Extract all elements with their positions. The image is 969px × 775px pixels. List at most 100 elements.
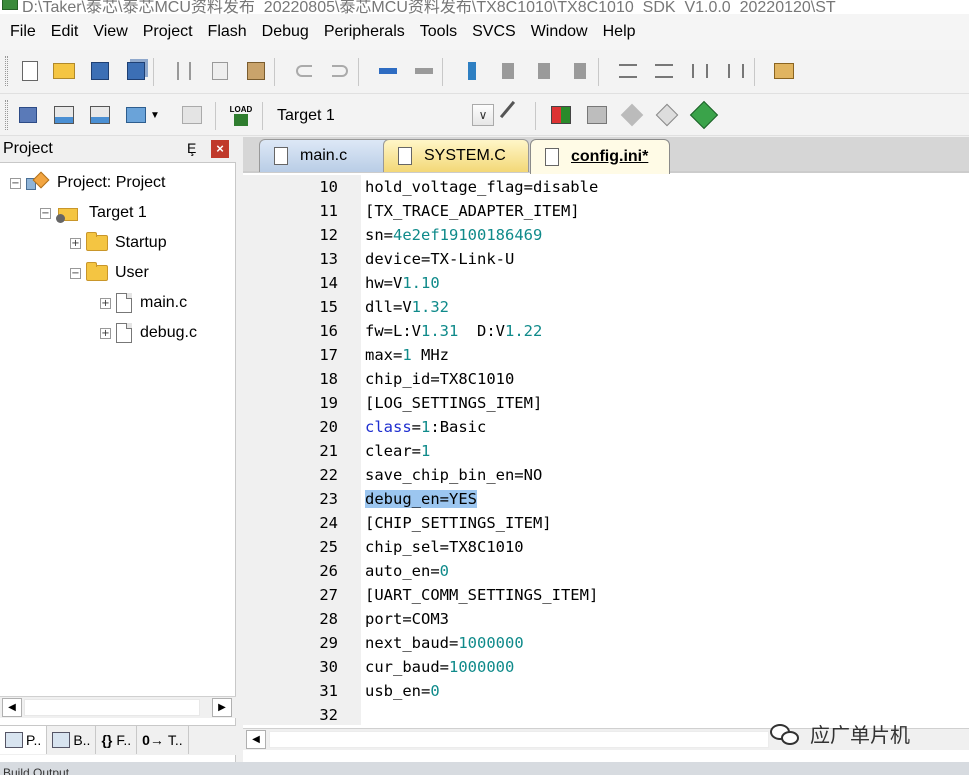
paste-icon[interactable] — [244, 59, 268, 83]
toolbar-grip[interactable] — [5, 100, 8, 130]
code-line[interactable]: 29 next_baud=1000000 — [243, 631, 969, 655]
code-line[interactable]: 15 dll=V1.32 — [243, 295, 969, 319]
collapse-icon[interactable]: − — [10, 177, 21, 189]
collapse-icon[interactable]: − — [40, 207, 51, 219]
menu-edit[interactable]: Edit — [45, 23, 88, 41]
select-packs-icon[interactable] — [585, 103, 609, 127]
pack-installer-icon[interactable] — [655, 103, 679, 127]
previous-bookmark-icon[interactable] — [496, 59, 520, 83]
batch-build-icon[interactable] — [124, 103, 148, 127]
menu-debug[interactable]: Debug — [256, 23, 318, 41]
toolbar-grip[interactable] — [5, 56, 8, 86]
code-line[interactable]: 17 max=1 MHz — [243, 343, 969, 367]
next-bookmark-icon[interactable] — [532, 59, 556, 83]
indent-icon[interactable] — [616, 59, 640, 83]
navigate-back-icon[interactable] — [376, 59, 400, 83]
pin-icon[interactable]: Ȩ — [187, 140, 196, 156]
code-line[interactable]: 30 cur_baud=1000000 — [243, 655, 969, 679]
scrollbar-thumb[interactable] — [24, 699, 200, 716]
scroll-left-icon[interactable]: ◀ — [2, 698, 22, 717]
tab-config-ini[interactable]: config.ini* — [530, 139, 670, 174]
code-line[interactable]: 14 hw=V1.10 — [243, 271, 969, 295]
expand-icon[interactable]: + — [70, 237, 81, 249]
tree-item-debug-c[interactable]: + debug.c — [100, 320, 197, 346]
tab-main-c[interactable]: main.c — [259, 139, 393, 172]
code-line[interactable]: 18 chip_id=TX8C1010 — [243, 367, 969, 391]
tree-item-startup[interactable]: + Startup — [70, 230, 167, 256]
find-in-files-icon[interactable] — [772, 59, 796, 83]
toolbar-separator — [535, 102, 536, 130]
clear-bookmarks-icon[interactable] — [568, 59, 592, 83]
code-line[interactable]: 24 [CHIP_SETTINGS_ITEM] — [243, 511, 969, 535]
open-folder-icon[interactable] — [52, 59, 76, 83]
tab-system-c[interactable]: SYSTEM.C — [383, 139, 529, 172]
batch-build-dropdown-icon[interactable]: ▼ — [148, 103, 162, 127]
code-line[interactable]: 19 [LOG_SETTINGS_ITEM] — [243, 391, 969, 415]
code-line[interactable]: 26 auto_en=0 — [243, 559, 969, 583]
translate-icon[interactable] — [16, 103, 40, 127]
copy-icon[interactable] — [208, 59, 232, 83]
manage-components-icon[interactable] — [620, 103, 644, 127]
collapse-icon[interactable]: − — [70, 267, 81, 279]
new-file-icon[interactable] — [18, 59, 42, 83]
comment-icon[interactable] — [688, 59, 712, 83]
code-line[interactable]: 10 hold_voltage_flag=disable — [243, 175, 969, 199]
code-view[interactable]: 10 hold_voltage_flag=disable 11 [TX_TRACE_A… — [243, 175, 969, 725]
braces-icon: {} — [101, 732, 113, 748]
menu-window[interactable]: Window — [525, 23, 597, 41]
undo-icon[interactable] — [292, 59, 316, 83]
tab-functions[interactable]: {} F.. — [96, 726, 138, 754]
save-all-icon[interactable] — [124, 59, 148, 83]
run-time-environment-icon[interactable] — [689, 100, 719, 130]
menu-tools[interactable]: Tools — [414, 23, 466, 41]
code-line[interactable]: 28 port=COM3 — [243, 607, 969, 631]
unindent-icon[interactable] — [652, 59, 676, 83]
rebuild-icon[interactable] — [88, 103, 112, 127]
target-options-icon[interactable] — [499, 100, 529, 130]
menu-view[interactable]: View — [87, 23, 136, 41]
code-line[interactable]: 13 device=TX-Link-U — [243, 247, 969, 271]
code-line[interactable]: 23 debug_en=YES — [243, 487, 969, 511]
manage-project-items-icon[interactable] — [549, 103, 573, 127]
code-line[interactable]: 21 clear=1 — [243, 439, 969, 463]
tree-item-main-c[interactable]: + main.c — [100, 290, 187, 316]
insert-bookmark-icon[interactable] — [460, 59, 484, 83]
save-icon[interactable] — [88, 59, 112, 83]
menu-file[interactable]: File — [4, 23, 45, 41]
load-download-icon[interactable]: LOAD — [226, 103, 256, 127]
tree-item-user[interactable]: − User — [70, 260, 149, 286]
target-select[interactable]: Target 1 ∨ — [270, 101, 496, 129]
tree-item-target-1[interactable]: − Target 1 — [40, 200, 147, 226]
code-line[interactable]: 27 [UART_COMM_SETTINGS_ITEM] — [243, 583, 969, 607]
expand-icon[interactable]: + — [100, 327, 111, 339]
chevron-down-icon[interactable]: ∨ — [472, 104, 494, 126]
uncomment-icon[interactable] — [724, 59, 748, 83]
scroll-right-icon[interactable]: ▶ — [212, 698, 232, 717]
close-icon[interactable]: × — [211, 140, 229, 158]
menu-help[interactable]: Help — [597, 23, 645, 41]
tab-books[interactable]: B.. — [47, 726, 97, 754]
build-icon[interactable] — [52, 103, 76, 127]
project-horizontal-scrollbar[interactable]: ◀ ▶ — [0, 696, 236, 718]
navigate-forward-icon[interactable] — [412, 59, 436, 83]
redo-icon[interactable] — [328, 59, 352, 83]
menu-peripherals[interactable]: Peripherals — [318, 23, 414, 41]
code-line[interactable]: 12 sn=4e2ef19100186469 — [243, 223, 969, 247]
code-line[interactable]: 25 chip_sel=TX8C1010 — [243, 535, 969, 559]
code-line[interactable]: 16 fw=L:V1.31 D:V1.22 — [243, 319, 969, 343]
menu-flash[interactable]: Flash — [202, 23, 256, 41]
scrollbar-thumb[interactable] — [269, 731, 769, 748]
code-line[interactable]: 11 [TX_TRACE_ADAPTER_ITEM] — [243, 199, 969, 223]
code-line[interactable]: 31 usb_en=0 — [243, 679, 969, 703]
expand-icon[interactable]: + — [100, 297, 111, 309]
stop-build-icon[interactable] — [180, 103, 204, 127]
cut-icon[interactable] — [172, 59, 196, 83]
tab-project[interactable]: P.. — [0, 726, 48, 754]
code-line[interactable]: 22 save_chip_bin_en=NO — [243, 463, 969, 487]
menu-svcs[interactable]: SVCS — [466, 23, 525, 41]
menu-project[interactable]: Project — [137, 23, 202, 41]
scroll-left-icon[interactable]: ◀ — [246, 730, 266, 749]
code-line[interactable]: 20 class=1:Basic — [243, 415, 969, 439]
tree-item-project-project[interactable]: − Project: Project — [10, 170, 165, 196]
tab-templates[interactable]: 0→ T.. — [137, 726, 189, 754]
